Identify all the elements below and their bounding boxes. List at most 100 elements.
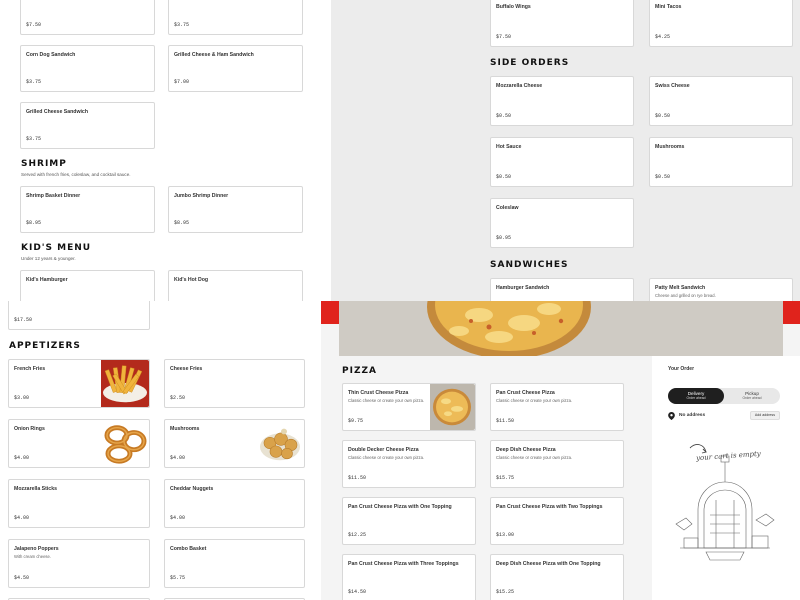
menu-item-card[interactable]: Pan Crust Cheese Pizza with One Topping …: [342, 497, 476, 545]
item-price: $0.50: [655, 174, 671, 180]
item-price: $0.50: [496, 113, 512, 119]
menu-item-card[interactable]: Mushrooms $0.50: [649, 137, 793, 187]
item-name: Deep Dish Cheese Pizza with One Topping: [496, 561, 601, 567]
item-name: Double Decker Cheese Pizza: [348, 447, 419, 453]
item-name: Combo Basket: [170, 546, 207, 552]
menu-item-card[interactable]: Deep Dish Cheese Pizza Classic cheese or…: [490, 440, 624, 488]
item-price: $2.50: [170, 395, 186, 401]
item-price: $11.50: [496, 418, 515, 424]
menu-panel-bottom-right: PIZZA Thin Crust Cheese Pizza Classic ch…: [321, 301, 800, 600]
menu-item-card[interactable]: $17.50: [8, 301, 150, 330]
section-subtitle-shrimp: Served with french fries, coleslaw, and …: [21, 172, 131, 177]
item-name: Coleslaw: [496, 205, 519, 211]
item-description: Cheese and grilled on rye bread.: [655, 293, 716, 298]
item-name: Pan Crust Cheese Pizza with One Topping: [348, 504, 452, 510]
item-price: $8.95: [26, 220, 42, 226]
menu-item-card[interactable]: Corn Dog Sandwich $3.75: [20, 45, 155, 92]
menu-item-card[interactable]: Mozzarella Sticks $4.00: [8, 479, 150, 528]
menu-item-card[interactable]: Hot Sauce $0.50: [490, 137, 634, 187]
item-description: Classic cheese or create your own pizza.: [496, 455, 573, 460]
item-name: Thin Crust Cheese Pizza: [348, 390, 409, 396]
menu-item-card[interactable]: Jalapeno Poppers With cream cheese. $4.5…: [8, 539, 150, 588]
menu-item-card[interactable]: Pan Crust Cheese Pizza with Two Toppings…: [490, 497, 624, 545]
item-name: Pan Crust Cheese Pizza with Three Toppin…: [348, 561, 459, 567]
menu-item-card[interactable]: Mushrooms $4.00: [164, 419, 305, 468]
item-price: $4.00: [14, 515, 30, 521]
item-price: $7.00: [174, 79, 190, 85]
cart-title: Your Order: [668, 366, 695, 372]
menu-item-card[interactable]: Pan Crust Cheese Pizza Classic cheese or…: [490, 383, 624, 431]
item-name: Buffalo Wings: [496, 4, 531, 10]
item-price: $3.00: [14, 395, 30, 401]
section-title-kids-menu: KID'S MENU: [21, 243, 92, 253]
menu-item-card[interactable]: Hamburger Sandwich: [490, 278, 634, 301]
item-price: $8.95: [174, 220, 190, 226]
item-name: Shrimp Basket Dinner: [26, 193, 81, 199]
pickup-sublabel: Order ahead: [742, 396, 762, 400]
menu-item-card[interactable]: Coleslaw $0.95: [490, 198, 634, 248]
menu-item-card[interactable]: Grilled Cheese Sandwich $3.75: [20, 102, 155, 149]
menu-item-card[interactable]: Kid's Hot Dog: [168, 270, 303, 301]
item-price: $4.00: [14, 455, 30, 461]
item-name: French Fries: [14, 366, 46, 372]
page: $7.50 $3.75 Corn Dog Sandwich $3.75 Gril…: [0, 0, 800, 600]
item-name: Hot Sauce: [496, 144, 522, 150]
section-subtitle-kids-menu: Under 12 years & younger.: [21, 256, 76, 261]
fulfillment-toggle[interactable]: Delivery Order ahead Pickup Order ahead: [668, 388, 780, 404]
item-price: $4.00: [170, 515, 186, 521]
item-price: $5.75: [170, 575, 186, 581]
delivery-option[interactable]: Delivery Order ahead: [668, 388, 724, 404]
location-pin-icon: [668, 412, 675, 420]
item-price: $15.75: [496, 475, 515, 481]
item-price: $7.50: [26, 22, 42, 28]
item-price: $0.95: [496, 235, 512, 241]
item-name: Pan Crust Cheese Pizza: [496, 390, 555, 396]
menu-item-card[interactable]: $7.50: [20, 0, 155, 35]
item-price: $15.25: [496, 589, 515, 595]
menu-item-card[interactable]: Pan Crust Cheese Pizza with Three Toppin…: [342, 554, 476, 600]
menu-item-card[interactable]: Buffalo Wings $7.50: [490, 0, 634, 47]
pickup-option[interactable]: Pickup Order ahead: [724, 388, 780, 404]
mushrooms-image: [256, 420, 304, 467]
delivery-sublabel: Order ahead: [686, 396, 706, 400]
menu-item-card[interactable]: Onion Rings $4.00: [8, 419, 150, 468]
menu-item-card[interactable]: Mozzarella Cheese $0.50: [490, 76, 634, 126]
menu-item-card[interactable]: Patty Melt Sandwich Cheese and grilled o…: [649, 278, 793, 301]
item-name: Jumbo Shrimp Dinner: [174, 193, 229, 199]
menu-item-card[interactable]: Cheddar Nuggets $4.00: [164, 479, 305, 528]
section-title-sandwiches: SANDWICHES: [490, 260, 569, 270]
item-name: Deep Dish Cheese Pizza: [496, 447, 556, 453]
menu-item-card[interactable]: Mini Tacos $4.25: [649, 0, 793, 47]
item-price: $13.00: [496, 532, 515, 538]
item-price: $3.75: [26, 79, 42, 85]
item-name: Mushrooms: [655, 144, 685, 150]
item-price: $9.75: [348, 418, 364, 424]
item-price: $4.00: [170, 455, 186, 461]
item-name: Grilled Cheese Sandwich: [26, 109, 88, 115]
menu-item-card[interactable]: Swiss Cheese $0.50: [649, 76, 793, 126]
menu-item-card[interactable]: Double Decker Cheese Pizza Classic chees…: [342, 440, 476, 488]
menu-item-card[interactable]: Kid's Hamburger: [20, 270, 155, 301]
onion-rings-image: [101, 420, 149, 467]
item-name: Mozzarella Sticks: [14, 486, 57, 492]
menu-item-card[interactable]: French Fries $3.00: [8, 359, 150, 408]
item-name: Swiss Cheese: [655, 83, 690, 89]
item-price: $12.25: [348, 532, 367, 538]
menu-item-card[interactable]: Cheese Fries $2.50: [164, 359, 305, 408]
item-name: Patty Melt Sandwich: [655, 285, 706, 291]
item-description: Classic cheese or create your own pizza.: [496, 398, 573, 403]
item-price: $4.25: [655, 34, 671, 40]
add-address-button[interactable]: Add address: [749, 411, 780, 420]
menu-item-card[interactable]: Grilled Cheese & Ham Sandwich $7.00: [168, 45, 303, 92]
menu-item-card[interactable]: Jumbo Shrimp Dinner $8.95: [168, 186, 303, 233]
item-description: With cream cheese.: [14, 554, 52, 559]
menu-item-card[interactable]: Thin Crust Cheese Pizza Classic cheese o…: [342, 383, 476, 431]
item-price: $0.50: [655, 113, 671, 119]
menu-item-card[interactable]: $3.75: [168, 0, 303, 35]
item-name: Pan Crust Cheese Pizza with Two Toppings: [496, 504, 603, 510]
menu-item-card[interactable]: Deep Dish Cheese Pizza with One Topping …: [490, 554, 624, 600]
item-price: $3.75: [174, 22, 190, 28]
menu-item-card[interactable]: Combo Basket $5.75: [164, 539, 305, 588]
menu-item-card[interactable]: Shrimp Basket Dinner $8.95: [20, 186, 155, 233]
item-price: $11.50: [348, 475, 367, 481]
